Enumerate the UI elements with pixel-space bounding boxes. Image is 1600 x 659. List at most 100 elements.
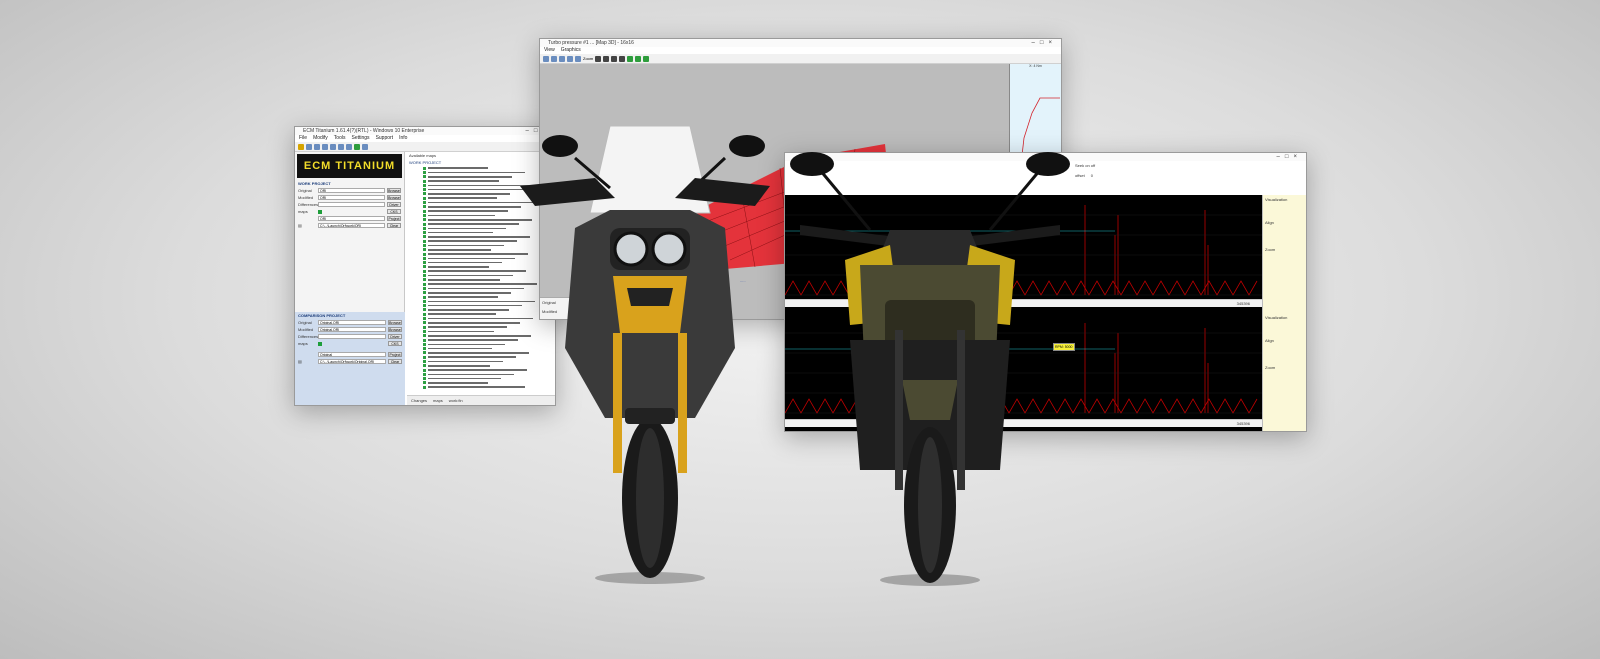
map3d-menu-graphics[interactable]: Graphics: [561, 47, 581, 54]
comp-browse-original-button[interactable]: Browse: [388, 320, 402, 325]
align-label: Align: [1265, 220, 1274, 225]
ecm-menu-info[interactable]: Info: [399, 135, 407, 142]
chart-icon[interactable]: [567, 56, 573, 62]
map3d-window-controls[interactable]: –□×: [1032, 39, 1057, 47]
checksum-button[interactable]: CKS: [387, 209, 401, 214]
plus-icon[interactable]: [635, 56, 642, 62]
comp-checksum-button[interactable]: CKS: [388, 341, 402, 346]
map-item-icon: [423, 265, 426, 269]
comp-document-icon: ▤: [298, 359, 302, 364]
rotate-icon[interactable]: [611, 56, 618, 62]
map-item-label: [428, 309, 509, 311]
comp-project-path-field[interactable]: C:\...\Launch\Ori\work\Original.ORI: [318, 359, 386, 364]
driver-button[interactable]: Driver: [387, 202, 401, 207]
project-name-field[interactable]: ORI: [318, 216, 385, 221]
home-icon[interactable]: [543, 56, 549, 62]
map-item-label: [428, 244, 504, 247]
folder-icon[interactable]: [298, 144, 304, 150]
map-item-icon: [423, 256, 426, 260]
map-item-icon: [423, 291, 426, 295]
map-item-label: [428, 377, 501, 380]
ecm-menu-tools[interactable]: Tools: [334, 135, 346, 142]
browse-original-button[interactable]: Browse: [387, 188, 401, 193]
zoom-in-icon[interactable]: [595, 56, 602, 62]
clear-button[interactable]: Clear: [387, 223, 401, 228]
project-button[interactable]: Project: [387, 216, 401, 221]
original-field[interactable]: ORI: [318, 188, 385, 193]
map-item-label: [428, 313, 496, 316]
ecm-menu-support[interactable]: Support: [376, 135, 394, 142]
map-item-icon: [423, 381, 426, 385]
table-icon[interactable]: [330, 144, 336, 150]
plus-icon[interactable]: [627, 56, 634, 62]
checksum-icon[interactable]: [354, 144, 360, 150]
chart-icon[interactable]: [346, 144, 352, 150]
map-item-label: [428, 279, 500, 281]
modified-field[interactable]: ORI: [318, 195, 385, 200]
save-icon[interactable]: [306, 144, 312, 150]
map-item-icon: [423, 355, 426, 359]
status-changes: Changes: [411, 398, 428, 403]
map-item-label: [428, 210, 508, 212]
map-item-icon: [423, 338, 426, 342]
map-item-label: [428, 352, 529, 354]
zoom-out-icon[interactable]: [603, 56, 610, 62]
map-item-label: [428, 171, 525, 174]
rotate-back-icon[interactable]: [619, 56, 626, 62]
map-item-icon: [423, 188, 426, 192]
differences-field[interactable]: [318, 202, 385, 207]
comp-original-field[interactable]: Original.ORI: [318, 320, 386, 325]
map3d-menu-view[interactable]: View: [544, 47, 555, 54]
map-item-label: [428, 193, 510, 195]
info-icon[interactable]: [362, 144, 368, 150]
map-item-icon: [423, 351, 426, 355]
maps-status-indicator: [318, 209, 322, 214]
comp-differences-field[interactable]: [318, 334, 386, 339]
comp-browse-modified-button[interactable]: Browse: [388, 327, 402, 332]
ecm-menu-modify[interactable]: Modify: [313, 135, 328, 142]
ecm-menu-file[interactable]: File: [299, 135, 307, 142]
map-item-label: [428, 365, 490, 367]
ecm-titanium-logo: ECM TITANIUM: [297, 154, 402, 178]
grid-icon[interactable]: [338, 144, 344, 150]
adventure-motorcycle-image: [520, 125, 770, 584]
map-item-label: [428, 296, 498, 298]
map-item-icon: [423, 295, 426, 299]
plus-icon[interactable]: [643, 56, 650, 62]
comp-modified-field[interactable]: Original.ORI: [318, 327, 386, 332]
map-item-icon: [423, 231, 426, 235]
map-item-label: [428, 266, 489, 268]
comp-project-name-field[interactable]: Original: [318, 352, 386, 357]
edit-icon[interactable]: [575, 56, 581, 62]
comp-project-button[interactable]: Project: [388, 352, 402, 357]
copy-icon[interactable]: [314, 144, 320, 150]
comp-driver-button[interactable]: Driver: [388, 334, 402, 339]
comp-differences-label: Differences: [298, 334, 319, 339]
map-item-label: [428, 227, 506, 230]
print-icon[interactable]: [322, 144, 328, 150]
maps-label: maps: [298, 209, 308, 214]
log-window-controls[interactable]: –□×: [1277, 153, 1302, 161]
browse-modified-button[interactable]: Browse: [387, 195, 401, 200]
map-item-icon: [423, 243, 426, 247]
map-item-icon: [423, 235, 426, 239]
map-item-icon: [423, 179, 426, 183]
map-item-icon: [423, 183, 426, 187]
map-item-icon: [423, 304, 426, 308]
map-item-label: [428, 304, 522, 307]
comp-clear-button[interactable]: Clear: [388, 359, 402, 364]
map-item-label: [428, 197, 497, 200]
table-icon[interactable]: [551, 56, 557, 62]
offset-value[interactable]: 0: [1091, 173, 1093, 178]
grid-icon[interactable]: [559, 56, 565, 62]
map-item-icon: [423, 282, 426, 286]
map-item-icon: [423, 360, 426, 363]
map-item-icon: [423, 166, 426, 170]
map-item-label: [428, 261, 502, 264]
map-item-icon: [423, 299, 426, 303]
project-path-field[interactable]: C:\...\Launch\Ori\work\ORI: [318, 223, 385, 228]
map-item-icon: [423, 364, 426, 368]
map-item-label: [428, 322, 520, 324]
comparison-project-header: COMPARISON PROJECT: [298, 313, 346, 318]
ecm-menu-settings[interactable]: Settings: [351, 135, 369, 142]
